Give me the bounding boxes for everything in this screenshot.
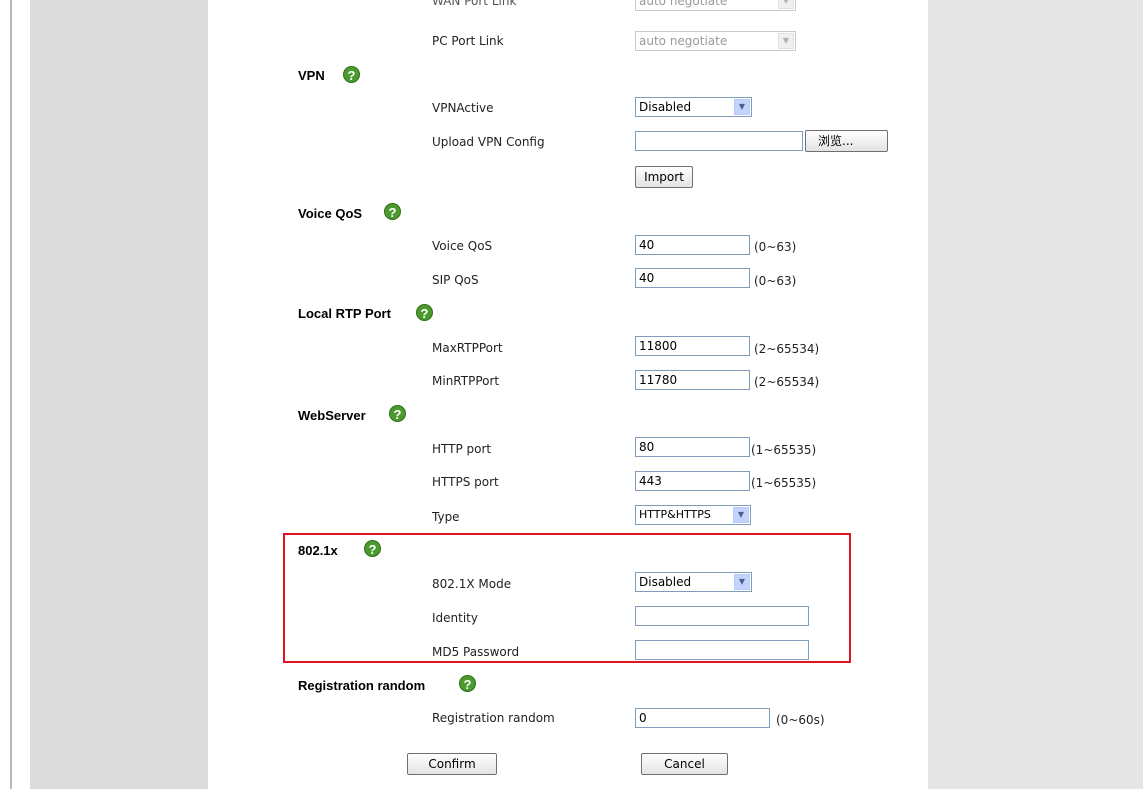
dot1x-mode-label: 802.1X Mode (432, 577, 512, 591)
wan-port-label: WAN Port Link (432, 0, 517, 8)
vpn-file-input[interactable] (635, 131, 803, 151)
identity-input[interactable] (635, 606, 809, 626)
left-gutter (30, 0, 208, 789)
https-port-range: (1~65535) (751, 476, 817, 490)
voice-qos-section-title: Voice QoS (298, 206, 363, 221)
max-rtp-input[interactable]: 11800 (635, 336, 750, 356)
registration-section-title: Registration random (298, 678, 426, 693)
md5-password-input[interactable] (635, 640, 809, 660)
sip-qos-range: (0~63) (754, 274, 797, 288)
chevron-down-icon: ▼ (733, 507, 749, 523)
window-edge-line (10, 0, 12, 789)
http-port-input[interactable]: 80 (635, 437, 750, 457)
dot1x-mode-value: Disabled (639, 575, 692, 589)
server-type-label: Type (432, 510, 460, 524)
confirm-button[interactable]: Confirm (407, 753, 497, 775)
help-icon[interactable]: ? (384, 203, 401, 220)
wan-port-select[interactable]: auto negotiate ▼ (635, 0, 796, 11)
right-gutter (928, 0, 1143, 789)
cancel-button[interactable]: Cancel (641, 753, 728, 775)
dot1x-section-title: 802.1x (298, 543, 338, 558)
help-icon[interactable]: ? (416, 304, 433, 321)
registration-random-range: (0~60s) (776, 713, 825, 727)
registration-random-label: Registration random (432, 711, 555, 725)
max-rtp-range: (2~65534) (754, 342, 820, 356)
browse-button[interactable]: 浏览... (805, 130, 888, 152)
server-type-value: HTTP&HTTPS (639, 508, 711, 521)
sip-qos-input[interactable]: 40 (635, 268, 750, 288)
chevron-down-icon: ▼ (734, 99, 750, 115)
help-icon[interactable]: ? (389, 405, 406, 422)
vpn-active-value: Disabled (639, 100, 692, 114)
min-rtp-label: MinRTPPort (432, 374, 500, 388)
server-type-select[interactable]: HTTP&HTTPS ▼ (635, 505, 751, 525)
chevron-down-icon: ▼ (778, 33, 794, 49)
dot1x-mode-select[interactable]: Disabled ▼ (635, 572, 752, 592)
voice-qos-input[interactable]: 40 (635, 235, 750, 255)
min-rtp-input[interactable]: 11780 (635, 370, 750, 390)
chevron-down-icon: ▼ (734, 574, 750, 590)
webserver-section-title: WebServer (298, 408, 366, 423)
https-port-input[interactable]: 443 (635, 471, 750, 491)
chevron-down-icon: ▼ (778, 0, 794, 9)
help-icon[interactable]: ? (343, 66, 360, 83)
https-port-label: HTTPS port (432, 475, 499, 489)
http-port-label: HTTP port (432, 442, 492, 456)
pc-port-select[interactable]: auto negotiate ▼ (635, 31, 796, 51)
pc-port-label: PC Port Link (432, 34, 504, 48)
vpn-active-label: VPNActive (432, 101, 494, 115)
registration-random-input[interactable]: 0 (635, 708, 770, 728)
help-icon[interactable]: ? (364, 540, 381, 557)
identity-label: Identity (432, 611, 478, 625)
sip-qos-label: SIP QoS (432, 273, 479, 287)
vpn-section-title: VPN (298, 68, 325, 83)
upload-vpn-label: Upload VPN Config (432, 135, 545, 149)
rtp-section-title: Local RTP Port (298, 306, 391, 321)
help-icon[interactable]: ? (459, 675, 476, 692)
md5-password-label: MD5 Password (432, 645, 520, 659)
pc-port-value: auto negotiate (639, 34, 728, 48)
voice-qos-label: Voice QoS (432, 239, 493, 253)
wan-port-value: auto negotiate (639, 0, 728, 8)
vpn-active-select[interactable]: Disabled ▼ (635, 97, 752, 117)
min-rtp-range: (2~65534) (754, 375, 820, 389)
settings-panel (208, 0, 928, 789)
voice-qos-range: (0~63) (754, 240, 797, 254)
http-port-range: (1~65535) (751, 443, 817, 457)
max-rtp-label: MaxRTPPort (432, 341, 503, 355)
import-button[interactable]: Import (635, 166, 693, 188)
